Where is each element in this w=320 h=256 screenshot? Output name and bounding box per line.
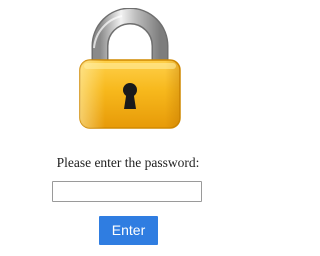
password-prompt: Please enter the password: bbox=[56, 155, 200, 170]
padlock-icon bbox=[79, 8, 181, 129]
password-page: Please enter the password: Enter bbox=[0, 0, 256, 256]
enter-button[interactable]: Enter bbox=[99, 216, 158, 245]
password-input[interactable] bbox=[52, 181, 202, 202]
